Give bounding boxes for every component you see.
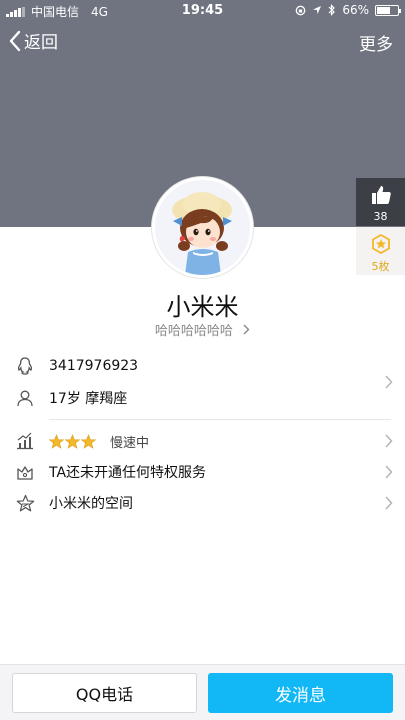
avatar[interactable] <box>152 177 253 278</box>
speed-status: 慢速中 <box>110 435 150 451</box>
penguin-icon <box>14 355 36 377</box>
chevron-right-icon <box>243 324 250 335</box>
signature-text: 哈哈哈哈哈哈 <box>154 324 233 339</box>
star-icon <box>81 433 96 449</box>
level-row[interactable]: 慢速中 <box>0 426 405 456</box>
battery-fill <box>377 6 390 14</box>
divider <box>49 419 391 420</box>
qq-call-button[interactable]: QQ电话 <box>12 673 197 713</box>
qzone-text: 小米米的空间 <box>49 496 133 512</box>
orientation-lock-icon <box>295 5 306 15</box>
age-sign-row: 17岁 摩羯座 <box>0 383 405 413</box>
privilege-text: TA还未开通任何特权服务 <box>49 465 207 481</box>
chevron-right-icon <box>385 496 393 510</box>
age-and-zodiac: 17岁 摩羯座 <box>49 391 128 407</box>
star-badge-icon <box>371 233 390 255</box>
cartoon-girl-avatar-image <box>155 180 250 275</box>
star-icon <box>49 433 64 449</box>
battery-icon <box>375 4 401 16</box>
person-icon <box>14 387 36 409</box>
star-outline-icon <box>14 492 36 514</box>
level-stars <box>49 433 96 449</box>
qq-number-row: 3417976923 <box>0 351 405 381</box>
like-count: 38 <box>373 210 388 223</box>
send-message-button[interactable]: 发消息 <box>208 673 393 713</box>
qzone-row[interactable]: 小米米的空间 <box>0 488 405 518</box>
bottom-action-bar: QQ电话 发消息 <box>0 664 405 720</box>
chevron-left-icon <box>9 30 21 51</box>
crown-box-icon <box>14 461 36 483</box>
chevron-right-icon <box>385 465 393 479</box>
chevron-right-icon <box>385 434 393 448</box>
bar-chart-up-icon <box>14 430 36 452</box>
thumbs-up-icon <box>371 186 391 204</box>
star-count: 5枚 <box>371 260 390 273</box>
navigation-bar: 返回 更多 <box>0 28 405 56</box>
like-button[interactable]: 38 <box>356 178 405 226</box>
qq-number: 3417976923 <box>49 358 139 374</box>
chevron-right-icon[interactable] <box>384 375 393 389</box>
bluetooth-icon <box>328 4 336 16</box>
back-button[interactable]: 返回 <box>8 28 58 53</box>
location-icon <box>313 6 322 14</box>
back-label: 返回 <box>24 33 58 53</box>
profile-name: 小米米 <box>166 293 239 321</box>
status-bar: 中国电信 4G 19:45 66% <box>0 0 405 22</box>
signature-link[interactable]: 哈哈哈哈哈哈 <box>0 320 405 339</box>
privilege-row[interactable]: TA还未开通任何特权服务 <box>0 457 405 487</box>
star-icon <box>65 433 80 449</box>
battery-percent: 66% <box>342 3 369 17</box>
more-button[interactable]: 更多 <box>359 30 393 55</box>
star-badge-button[interactable]: 5枚 <box>356 227 405 275</box>
